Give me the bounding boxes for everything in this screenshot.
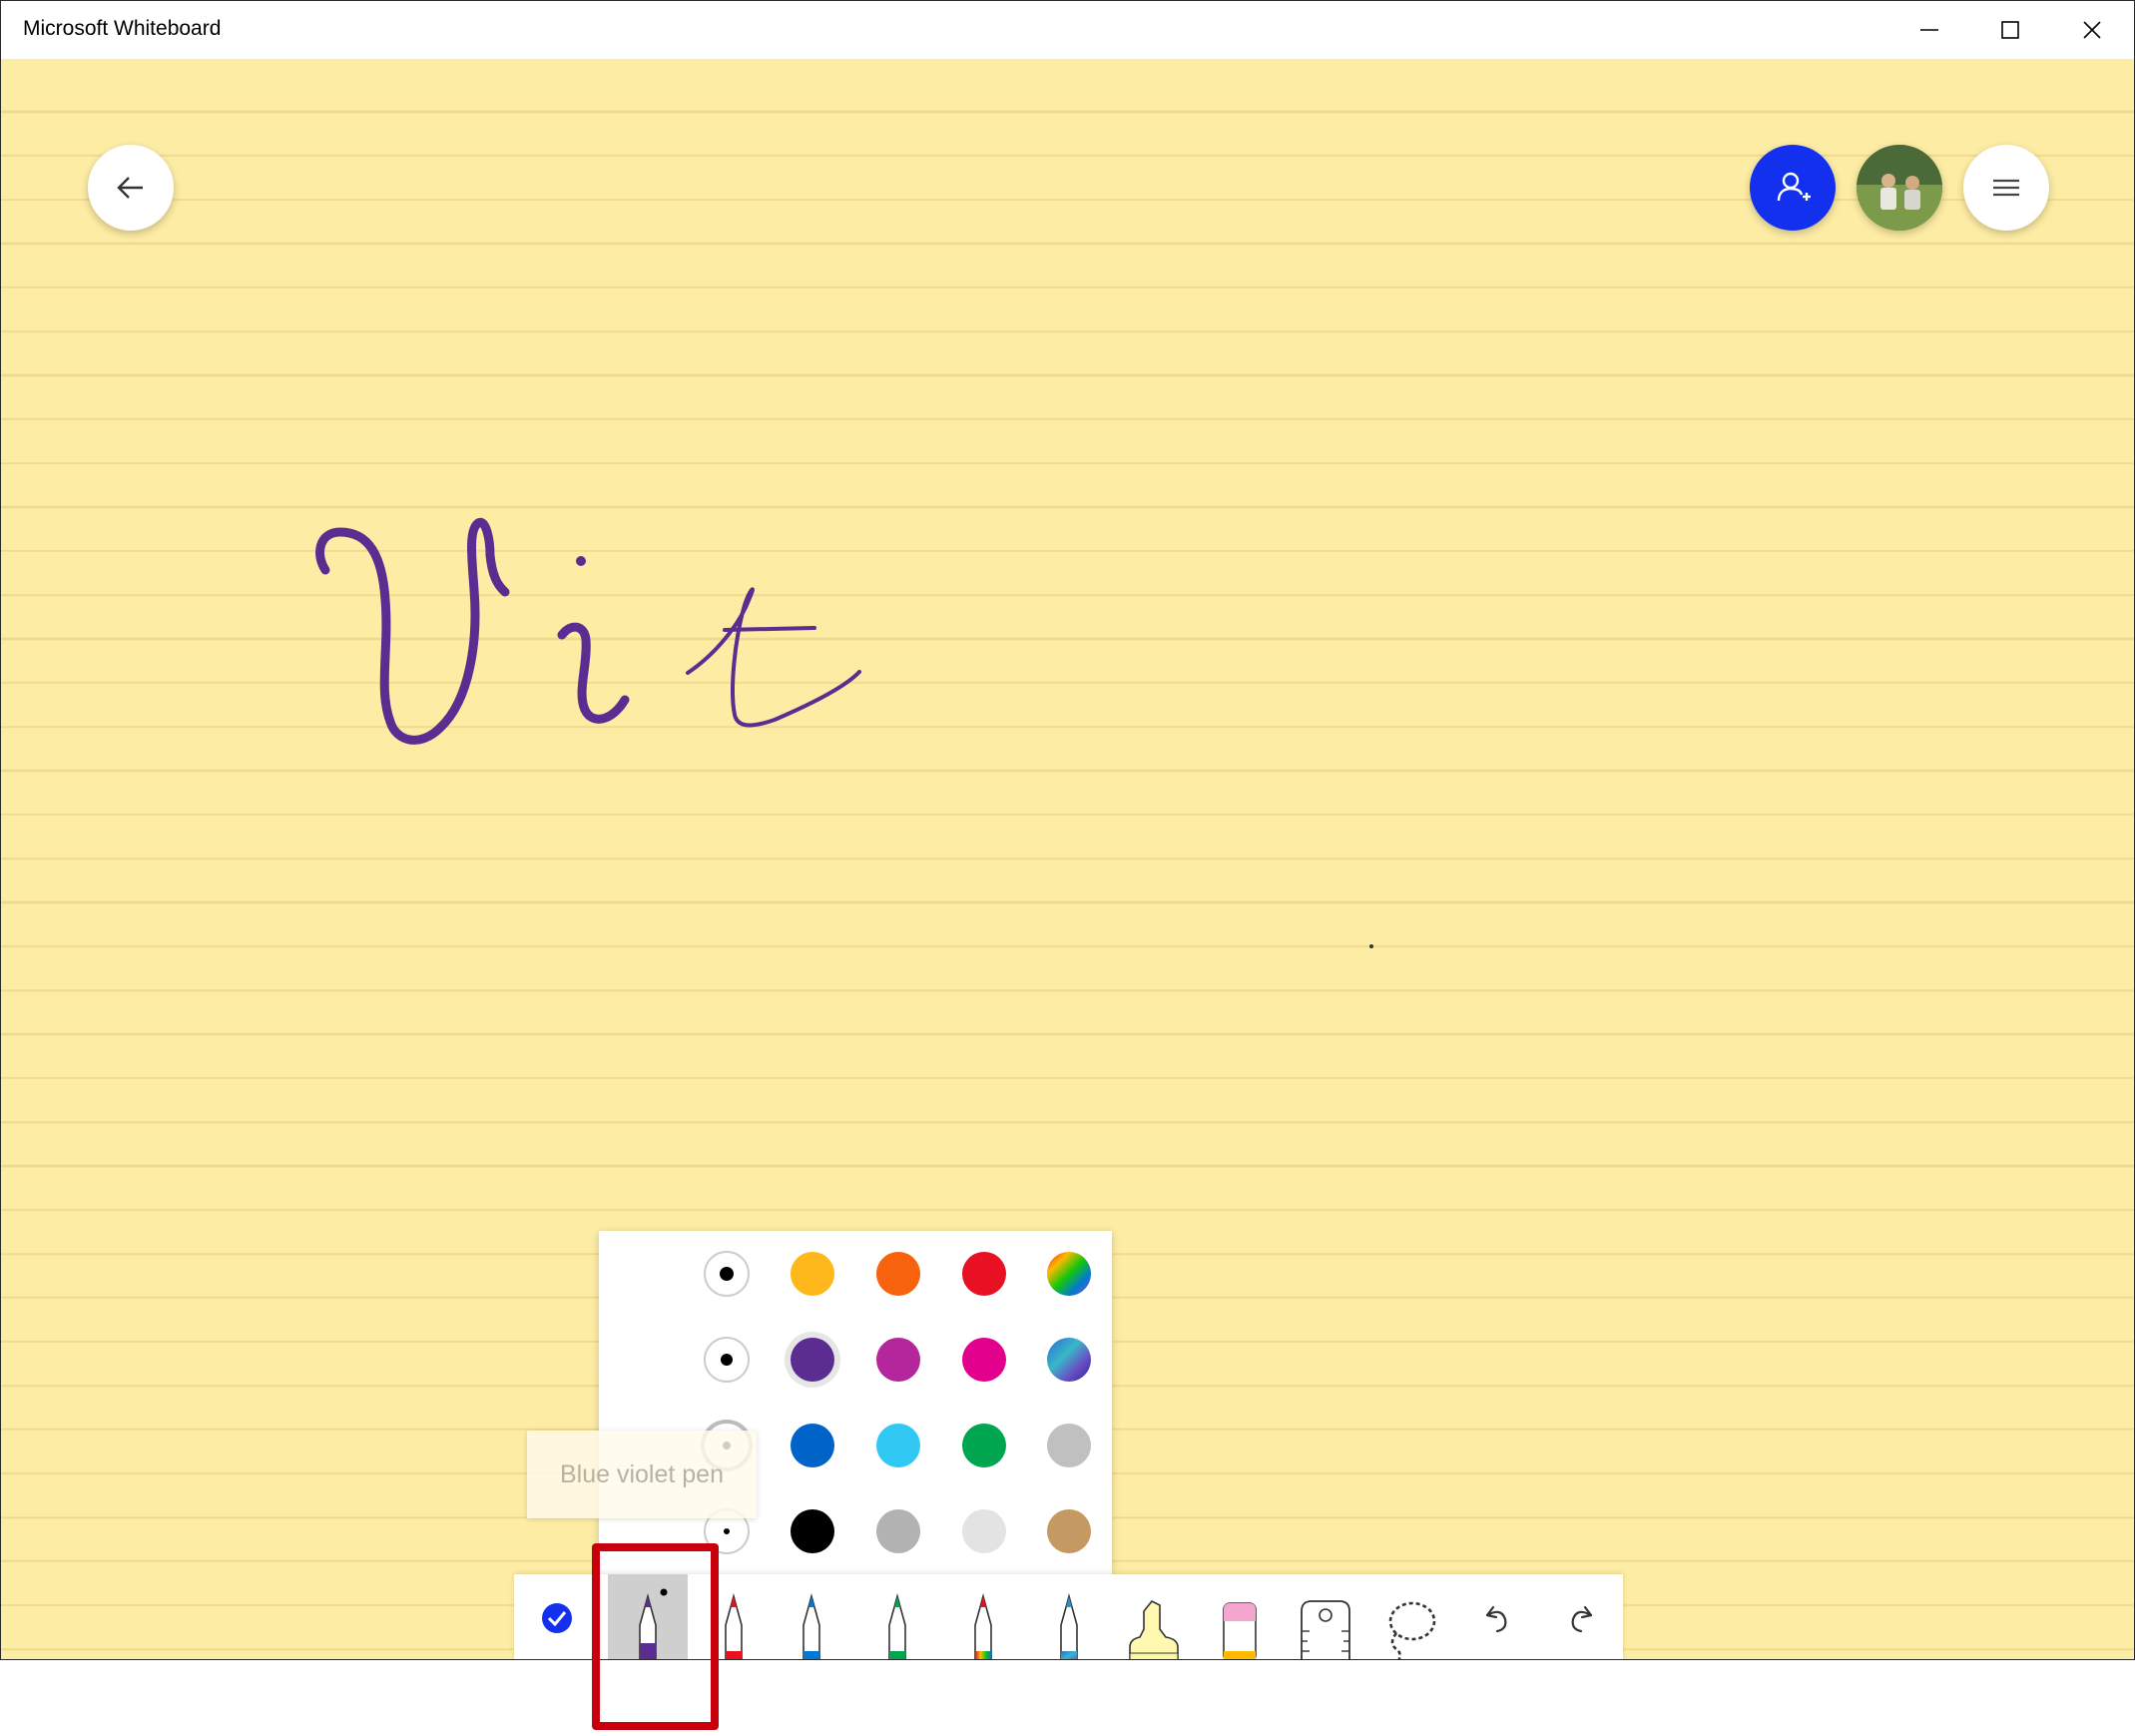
user-avatar[interactable] <box>1857 145 1942 231</box>
eraser-icon <box>1223 1602 1257 1659</box>
color-swatch-orange[interactable] <box>876 1252 920 1296</box>
color-swatch-silver[interactable] <box>1047 1424 1091 1467</box>
ink-stroke-t <box>686 587 861 728</box>
add-person-icon <box>1777 172 1811 202</box>
undo-button[interactable] <box>1456 1574 1536 1659</box>
back-button[interactable] <box>88 145 174 231</box>
checkmark-icon <box>542 1602 572 1633</box>
color-swatch-magenta[interactable] <box>876 1338 920 1382</box>
highlighter-tool[interactable] <box>1114 1574 1194 1659</box>
ruler-icon <box>1301 1600 1350 1659</box>
minimize-icon <box>1920 29 1938 31</box>
highlighter-icon <box>1129 1599 1179 1659</box>
arrow-left-icon <box>117 177 143 199</box>
color-swatch-blue[interactable] <box>791 1424 834 1467</box>
pen-galaxy[interactable] <box>1029 1574 1109 1659</box>
title-bar: Microsoft Whiteboard <box>1 1 2134 59</box>
pen-tooltip: Blue violet pen <box>527 1431 757 1518</box>
color-swatch-tan[interactable] <box>1047 1509 1091 1553</box>
color-swatch-light-gray[interactable] <box>962 1509 1006 1553</box>
color-swatch-green[interactable] <box>962 1424 1006 1467</box>
redo-button[interactable] <box>1542 1574 1622 1659</box>
ink-dot-small <box>1369 944 1373 948</box>
size-option-2[interactable] <box>704 1337 750 1383</box>
redo-icon <box>1571 1605 1593 1632</box>
color-swatch-light-blue[interactable] <box>876 1424 920 1467</box>
maximize-icon <box>2001 21 2019 39</box>
lasso-select-tool[interactable] <box>1370 1574 1450 1659</box>
pen-icon <box>802 1592 820 1659</box>
size-option-1[interactable] <box>704 1251 750 1297</box>
close-button[interactable] <box>2052 1 2132 59</box>
color-swatch-red[interactable] <box>962 1252 1006 1296</box>
color-swatch-galaxy[interactable] <box>1047 1338 1091 1382</box>
pen-green[interactable] <box>857 1574 937 1659</box>
pen-blue[interactable] <box>772 1574 851 1659</box>
app-title: Microsoft Whiteboard <box>23 17 222 40</box>
pen-icon <box>888 1592 906 1659</box>
ink-stroke-t-cross <box>723 626 816 632</box>
color-swatch-blue-violet[interactable] <box>791 1338 834 1382</box>
selection-highlight-box <box>592 1543 719 1730</box>
hamburger-menu-icon <box>1993 179 2019 197</box>
color-swatch-yellow[interactable] <box>791 1252 834 1296</box>
minimize-button[interactable] <box>1889 1 1969 59</box>
ink-stroke-v <box>315 517 510 745</box>
ink-stroke-i <box>557 622 630 724</box>
pen-palette <box>599 1231 1112 1574</box>
color-swatch-black[interactable] <box>791 1509 834 1553</box>
app-window: Microsoft Whiteboard Blue violet pen <box>0 0 2135 1660</box>
pen-icon <box>1060 1592 1078 1659</box>
avatar-photo <box>1857 145 1942 231</box>
pen-palette-content <box>638 1245 1091 1564</box>
maximize-button[interactable] <box>1970 1 2050 59</box>
ruler-tool[interactable] <box>1286 1574 1365 1659</box>
undo-icon <box>1485 1605 1507 1632</box>
pen-icon <box>974 1592 992 1659</box>
color-swatch-rainbow[interactable] <box>1047 1252 1091 1296</box>
ink-to-shape-toggle[interactable] <box>517 1574 597 1659</box>
lasso-icon <box>1388 1601 1436 1659</box>
ink-dot-i <box>576 556 586 566</box>
settings-menu-button[interactable] <box>1963 145 2049 231</box>
color-swatch-pink[interactable] <box>962 1338 1006 1382</box>
color-swatch-gray[interactable] <box>876 1509 920 1553</box>
eraser-tool[interactable] <box>1200 1574 1280 1659</box>
close-icon <box>2083 21 2101 39</box>
pen-rainbow[interactable] <box>943 1574 1023 1659</box>
invite-button[interactable] <box>1750 145 1836 231</box>
